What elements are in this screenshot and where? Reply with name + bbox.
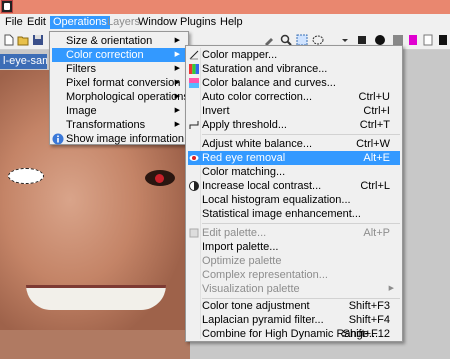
menu-plugins[interactable]: Plugins (177, 16, 219, 29)
menu-item-size-orientation[interactable]: Size & orientation ▶ (52, 34, 186, 48)
menu-item-apply-threshold[interactable]: Apply threshold... Ctrl+T (188, 118, 400, 132)
red-eye-pupil (155, 174, 164, 183)
menu-item-color-matching[interactable]: Color matching... (188, 165, 400, 179)
menu-item-morphological[interactable]: Morphological operations ▶ (52, 90, 189, 104)
menu-separator (202, 134, 400, 135)
menu-item-show-image-info[interactable]: Show image information (52, 132, 186, 146)
menu-item-color-correction[interactable]: Color correction ▶ (52, 48, 186, 62)
menu-item-auto-color[interactable]: Auto color correction... Ctrl+U (188, 90, 400, 104)
menu-item-image[interactable]: Image ▶ (52, 104, 186, 118)
submenu-arrow-icon: ▶ (174, 65, 180, 72)
operations-menu: Size & orientation ▶ Color correction ▶ Fi… (49, 31, 189, 145)
menu-separator (202, 223, 400, 224)
open-folder-icon[interactable] (17, 34, 29, 46)
menu-item-laplacian-pyramid[interactable]: Laplacian pyramid filter... Shift+F4 (188, 313, 400, 327)
menu-item-color-balance[interactable]: Color balance and curves... (188, 76, 400, 90)
menu-item-combine-hdr[interactable]: Combine for High Dynamic Range... Shift+F… (188, 327, 400, 341)
black-swatch-icon[interactable] (437, 34, 449, 46)
menu-item-transformations[interactable]: Transformations ▶ (52, 118, 186, 132)
menu-bar: File Edit Operations Layers Window Plugi… (0, 14, 450, 31)
menu-operations[interactable]: Operations (50, 16, 110, 29)
submenu-arrow-icon: ▶ (174, 93, 180, 100)
contrast-icon (189, 181, 199, 191)
color-correction-submenu: Color mapper... Saturation and vibrance.… (185, 45, 403, 342)
save-icon[interactable] (32, 34, 44, 46)
menu-item-color-tone[interactable]: Color tone adjustment Shift+F3 (188, 299, 400, 313)
white-swatch-icon[interactable] (422, 34, 434, 46)
saturation-icon (189, 64, 199, 74)
submenu-arrow-icon: ▶ (174, 37, 180, 44)
menu-file[interactable]: File (2, 16, 26, 29)
menu-item-histogram-equalization[interactable]: Local histogram equalization... (188, 193, 400, 207)
menu-item-edit-palette[interactable]: Edit palette... Alt+P (188, 226, 400, 240)
menu-item-local-contrast[interactable]: Increase local contrast... Ctrl+L (188, 179, 400, 193)
palette-icon (189, 228, 199, 238)
left-eye-selection[interactable] (8, 168, 44, 184)
submenu-arrow-icon: ▶ (174, 51, 180, 58)
menu-item-complex-representation[interactable]: Complex representation... (188, 268, 400, 282)
menu-item-invert[interactable]: Invert Ctrl+I (188, 104, 400, 118)
menu-edit[interactable]: Edit (24, 16, 49, 29)
submenu-arrow-icon: ▶ (174, 79, 180, 86)
menu-item-white-balance[interactable]: Adjust white balance... Ctrl+W (188, 137, 400, 151)
color-balance-icon (189, 78, 199, 88)
new-document-icon[interactable] (3, 34, 15, 46)
submenu-arrow-icon: ▶ (388, 285, 394, 292)
menu-item-pixel-format[interactable]: Pixel format conversion ▶ (52, 76, 186, 90)
menu-help[interactable]: Help (217, 16, 246, 29)
menu-item-saturation[interactable]: Saturation and vibrance... (188, 62, 400, 76)
photo-beard (0, 330, 190, 359)
threshold-icon (189, 121, 199, 129)
menu-item-visualization-palette[interactable]: Visualization palette ▶ (188, 282, 400, 296)
menu-item-optimize-palette[interactable]: Optimize palette (188, 254, 400, 268)
menu-item-filters[interactable]: Filters ▶ (52, 62, 186, 76)
menu-item-color-mapper[interactable]: Color mapper... (188, 48, 400, 62)
submenu-arrow-icon: ▶ (174, 121, 180, 128)
menu-item-import-palette[interactable]: Import palette... (188, 240, 400, 254)
info-icon (52, 133, 64, 145)
menu-window[interactable]: Window (135, 16, 180, 29)
title-bar (0, 0, 450, 14)
color-mapper-icon (189, 50, 199, 60)
app-icon[interactable] (1, 0, 13, 13)
magenta-swatch-icon[interactable] (407, 34, 419, 46)
document-tab[interactable]: l-eye-sam (0, 54, 47, 69)
red-eye-icon (189, 155, 199, 161)
menu-item-red-eye-removal[interactable]: Red eye removal Alt+E (188, 151, 400, 165)
menu-item-statistical-enhancement[interactable]: Statistical image enhancement... (188, 207, 400, 221)
photo-teeth (26, 285, 166, 310)
submenu-arrow-icon: ▶ (174, 107, 180, 114)
